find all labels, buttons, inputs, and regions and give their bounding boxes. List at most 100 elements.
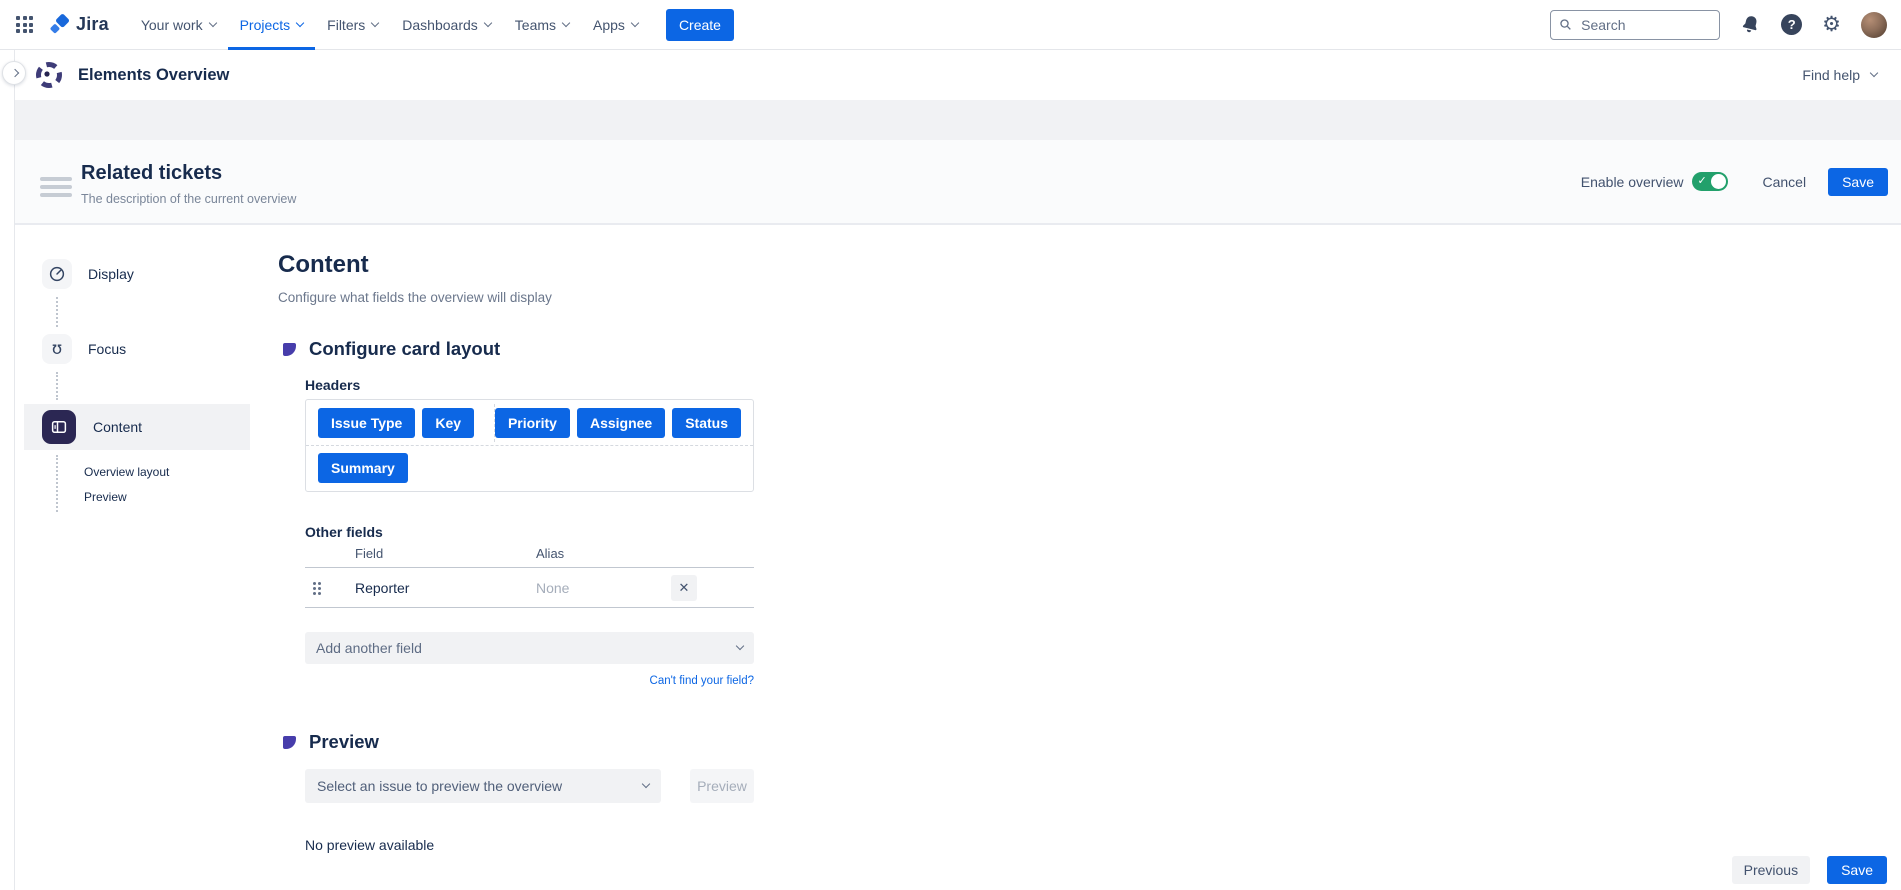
overview-header-band: Related tickets The description of the c… [15,140,1901,225]
headers-top-row: Issue Type Key Priority Assignee Status [318,408,741,438]
nav-item-projects[interactable]: Projects [228,0,316,50]
overview-controls: Enable overview ✓ Cancel Save [1581,140,1888,223]
content-heading: Content [278,250,778,280]
headers-left-group: Issue Type Key [318,408,474,438]
row-alias-input[interactable]: None [536,580,569,596]
overview-list-strip [15,100,1901,140]
preview-button[interactable]: Preview [690,769,754,803]
section-title: Preview [309,731,379,753]
nav-item-dashboards[interactable]: Dashboards [390,0,503,50]
save-button-bottom[interactable]: Save [1827,856,1887,884]
preview-controls-row: Select an issue to preview the overview … [305,769,754,803]
step-connector [56,297,58,327]
field-chip-issue-type[interactable]: Issue Type [318,408,415,438]
field-chip-summary[interactable]: Summary [318,453,408,483]
chevron-down-icon [208,18,216,26]
add-field-placeholder: Add another field [316,640,422,656]
nav-right-cluster: ? ⚙ [1550,10,1887,40]
content-panel: Content Configure what fields the overvi… [278,250,778,853]
field-chip-assignee[interactable]: Assignee [577,408,665,438]
nav-item-label: Filters [327,17,365,33]
step-content[interactable]: Content [24,404,250,450]
headers-label: Headers [305,377,754,394]
chevron-down-icon [562,18,570,26]
step-focus[interactable]: ʊ Focus [15,334,250,364]
row-drag-handle-icon[interactable] [313,582,316,585]
global-search[interactable] [1550,10,1720,40]
app-header-bar: Elements Overview Find help [0,50,1901,100]
jira-logo[interactable]: Jira [49,14,109,36]
preview-section-header: Preview [283,731,778,753]
cancel-button[interactable]: Cancel [1754,168,1814,196]
content-subtitle: Configure what fields the overview will … [278,289,778,306]
chevron-down-icon [736,642,744,650]
overview-title: Related tickets [81,162,222,185]
previous-button[interactable]: Previous [1732,856,1810,884]
focus-icon: ʊ [52,341,63,358]
nav-item-label: Your work [141,17,203,33]
chevron-right-icon [10,69,18,77]
field-chip-priority[interactable]: Priority [495,408,570,438]
settings-gear-icon[interactable]: ⚙ [1822,14,1841,35]
wizard-footer: Previous Save [1732,856,1887,884]
chevron-down-icon [371,18,379,26]
nav-item-label: Dashboards [402,17,478,33]
step-display[interactable]: Display [15,259,250,289]
nav-item-your-work[interactable]: Your work [129,0,228,50]
substep-overview-layout[interactable]: Overview layout [84,465,169,479]
column-header-field: Field [355,546,383,561]
display-step-icon [42,259,72,289]
find-help-label: Find help [1802,67,1860,83]
add-field-select[interactable]: Add another field [305,632,754,664]
save-button-top[interactable]: Save [1828,168,1888,196]
expand-sidebar-button[interactable] [2,61,26,85]
substep-preview[interactable]: Preview [84,490,127,504]
nav-item-label: Apps [593,17,625,33]
step-label: Display [88,266,134,282]
issue-select-placeholder: Select an issue to preview the overview [317,778,562,794]
drag-handle-icon[interactable] [40,177,72,201]
other-fields-label: Other fields [305,524,754,541]
user-avatar[interactable] [1861,12,1887,38]
search-icon [1559,17,1572,32]
step-connector [56,372,58,400]
nav-item-filters[interactable]: Filters [315,0,390,50]
column-header-alias: Alias [536,546,564,561]
remove-field-button[interactable]: ✕ [671,575,697,601]
headers-card: Issue Type Key Priority Assignee Status … [305,399,754,492]
create-button[interactable]: Create [666,9,734,41]
chevron-down-icon [296,18,304,26]
enable-overview-toggle[interactable]: ✓ [1692,172,1728,191]
vertical-dashed-divider [494,404,495,442]
notifications-bell-icon[interactable] [1738,12,1763,37]
find-help-dropdown[interactable]: Find help [1802,67,1877,83]
jira-logo-text: Jira [76,14,109,35]
section-title: Configure card layout [309,338,500,360]
main-menu: Your work Projects Filters Dashboards Te… [129,0,650,50]
step-label: Content [93,419,142,435]
section-bullet-icon [283,736,296,749]
horizontal-dashed-divider [306,445,753,446]
cant-find-field-link[interactable]: Can't find your field? [650,675,754,687]
nav-item-apps[interactable]: Apps [581,0,650,50]
app-switcher-icon[interactable] [16,16,33,33]
help-icon[interactable]: ? [1781,14,1802,35]
row-field-name: Reporter [355,580,409,596]
step-label: Focus [88,341,126,357]
chevron-down-icon [1870,69,1878,77]
page-title: Elements Overview [78,66,229,85]
other-fields-column-headers: Field Alias [305,546,754,562]
steps-sidebar: Display ʊ Focus Content Overview layout … [15,225,250,890]
elements-overview-app-icon [34,60,64,90]
focus-step-icon: ʊ [42,334,72,364]
field-chip-key[interactable]: Key [422,408,474,438]
issue-select[interactable]: Select an issue to preview the overview [305,769,661,803]
toggle-knob [1711,174,1726,189]
chevron-down-icon [642,780,650,788]
search-input[interactable] [1579,16,1711,34]
section-bullet-icon [283,343,296,356]
nav-item-teams[interactable]: Teams [503,0,581,50]
enable-overview-label: Enable overview [1581,174,1684,190]
nav-item-label: Teams [515,17,556,33]
field-chip-status[interactable]: Status [672,408,741,438]
